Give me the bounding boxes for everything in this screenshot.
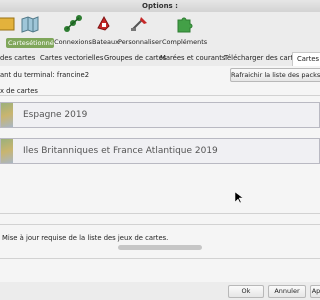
dialog-buttons: Ok Annuler Ap bbox=[0, 282, 320, 300]
divider bbox=[0, 258, 320, 259]
tab-chart-files[interactable]: des cartes bbox=[0, 52, 39, 65]
chart-pack-name: Espagne 2019 bbox=[23, 110, 88, 120]
chart-pack-thumbnail bbox=[1, 139, 13, 163]
refresh-packs-button[interactable]: Rafraichir la liste des packs de bbox=[230, 68, 320, 82]
section-label: x de cartes bbox=[0, 87, 38, 95]
toolbar-item-charts[interactable]: Cartesétionnées bbox=[6, 14, 61, 48]
ok-button[interactable]: Ok bbox=[228, 285, 264, 298]
apply-button[interactable]: Ap bbox=[310, 285, 320, 298]
chart-pack-row[interactable]: Espagne 2019 bbox=[0, 102, 320, 128]
boat-icon bbox=[97, 15, 110, 31]
options-tab-bar: des cartes Cartes vectorielles Groupes d… bbox=[0, 52, 320, 67]
tab-tides-currents[interactable]: Marées et courants bbox=[156, 52, 229, 65]
chart-pack-thumbnail bbox=[1, 103, 13, 127]
update-progress-bar bbox=[118, 245, 202, 250]
toolbar-item-plugins[interactable]: Compléments bbox=[162, 14, 207, 48]
tab-chart-packs[interactable]: Cartes d bbox=[292, 52, 320, 67]
cancel-button[interactable]: Annuler bbox=[268, 285, 306, 298]
terminal-label: ant du terminal: francine2 bbox=[0, 71, 90, 79]
divider bbox=[0, 224, 320, 225]
options-toolbar: Cartesétionnées Connexions Bateaux Perso… bbox=[0, 12, 320, 50]
mouse-cursor-icon bbox=[235, 192, 243, 204]
divider bbox=[0, 213, 320, 214]
customize-icon bbox=[131, 17, 147, 31]
tab-vector-charts[interactable]: Cartes vectorielles bbox=[36, 52, 107, 65]
chart-pack-row[interactable]: Iles Britanniques et France Atlantique 2… bbox=[0, 138, 320, 164]
toolbar-item-connections[interactable]: Connexions bbox=[54, 14, 92, 48]
status-message: Mise à jour requise de la liste des jeux… bbox=[2, 234, 169, 242]
toolbar-item-customize[interactable]: Personnaliser bbox=[118, 14, 162, 48]
connections-icon bbox=[64, 15, 82, 32]
puzzle-icon bbox=[177, 17, 193, 33]
toolbar-item-boats[interactable]: Bateaux bbox=[92, 14, 119, 48]
map-icon bbox=[21, 16, 39, 33]
chart-pack-name: Iles Britanniques et France Atlantique 2… bbox=[23, 146, 218, 156]
divider bbox=[0, 95, 320, 96]
